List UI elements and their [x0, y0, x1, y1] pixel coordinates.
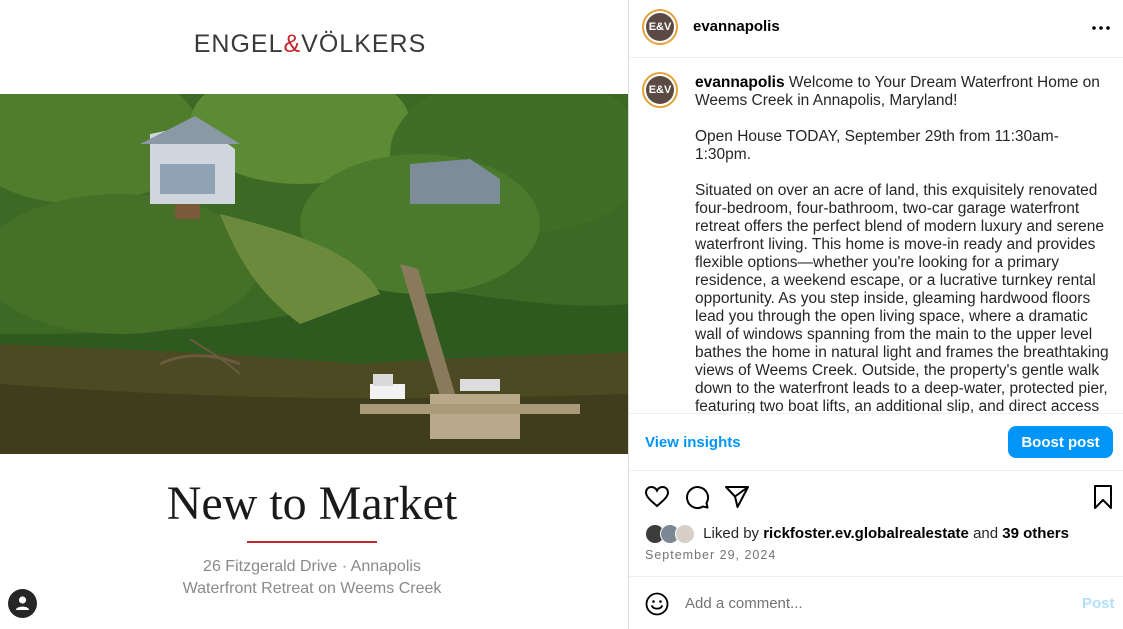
heart-icon[interactable]: [644, 484, 670, 510]
post-date[interactable]: September 29, 2024: [645, 548, 776, 562]
more-options-icon[interactable]: [1091, 18, 1111, 38]
user-icon: [16, 596, 29, 610]
action-bar: [629, 484, 1123, 512]
comment-input[interactable]: [685, 591, 1065, 615]
caption-avatar[interactable]: E&V: [642, 72, 678, 108]
liked-by-label: Liked by: [703, 524, 760, 542]
share-icon[interactable]: [724, 484, 750, 510]
brand-logo: ENGEL&VÖLKERS: [193, 30, 427, 58]
post-header: E&V evannapolis: [629, 0, 1123, 58]
profile-avatar[interactable]: E&V: [642, 9, 678, 45]
caption-open-house: Open House TODAY, September 29th from 11…: [695, 128, 1059, 163]
tagged-users-button[interactable]: [8, 589, 37, 618]
caption-section[interactable]: E&V evannapolis Welcome to Your Dream Wa…: [629, 60, 1123, 414]
caption-intro-paragraph: evannapolis Welcome to Your Dream Waterf…: [695, 74, 1110, 110]
post-image-panel[interactable]: ENGEL&VÖLKERS New to Market 26 Fitzgeral…: [0, 0, 628, 629]
header-username[interactable]: evannapolis: [693, 18, 780, 35]
liker-avatar: [675, 524, 695, 544]
liked-and-label: and: [973, 524, 999, 542]
insights-bar: View insights Boost post: [629, 413, 1123, 471]
property-tagline: Waterfront Retreat on Weems Creek: [182, 580, 442, 597]
post-comment-button[interactable]: Post: [1082, 595, 1115, 612]
instagram-post-modal: ENGEL&VÖLKERS New to Market 26 Fitzgeral…: [0, 0, 1123, 629]
post-side-panel: E&V evannapolis E&V evannapolis Welcome …: [628, 0, 1123, 629]
caption-body: Situated on over an acre of land, this e…: [695, 182, 1109, 414]
waterfront-aerial-photo: [0, 94, 628, 454]
liked-by-user[interactable]: rickfoster.ev.globalrealestate: [763, 525, 969, 542]
comment-icon[interactable]: [684, 484, 710, 510]
caption-text: evannapolis Welcome to Your Dream Waterf…: [695, 74, 1110, 414]
avatar-initials: E&V: [646, 13, 674, 41]
headline-divider: [247, 541, 377, 543]
boost-post-button[interactable]: Boost post: [1008, 426, 1113, 458]
comment-composer: Post: [629, 576, 1123, 629]
property-address: 26 Fitzgerald Drive · Annapolis: [203, 558, 421, 575]
liker-avatars[interactable]: [645, 524, 697, 544]
caption-username[interactable]: evannapolis: [695, 74, 785, 91]
likes-summary: Liked by rickfoster.ev.globalrealestate …: [645, 524, 1069, 544]
avatar-initials: E&V: [646, 76, 674, 104]
bookmark-icon[interactable]: [1090, 484, 1116, 510]
emoji-icon[interactable]: [645, 592, 669, 616]
view-insights-link[interactable]: View insights: [645, 434, 741, 451]
liked-others-count[interactable]: 39 others: [1002, 525, 1069, 542]
post-headline: New to Market: [166, 477, 458, 530]
